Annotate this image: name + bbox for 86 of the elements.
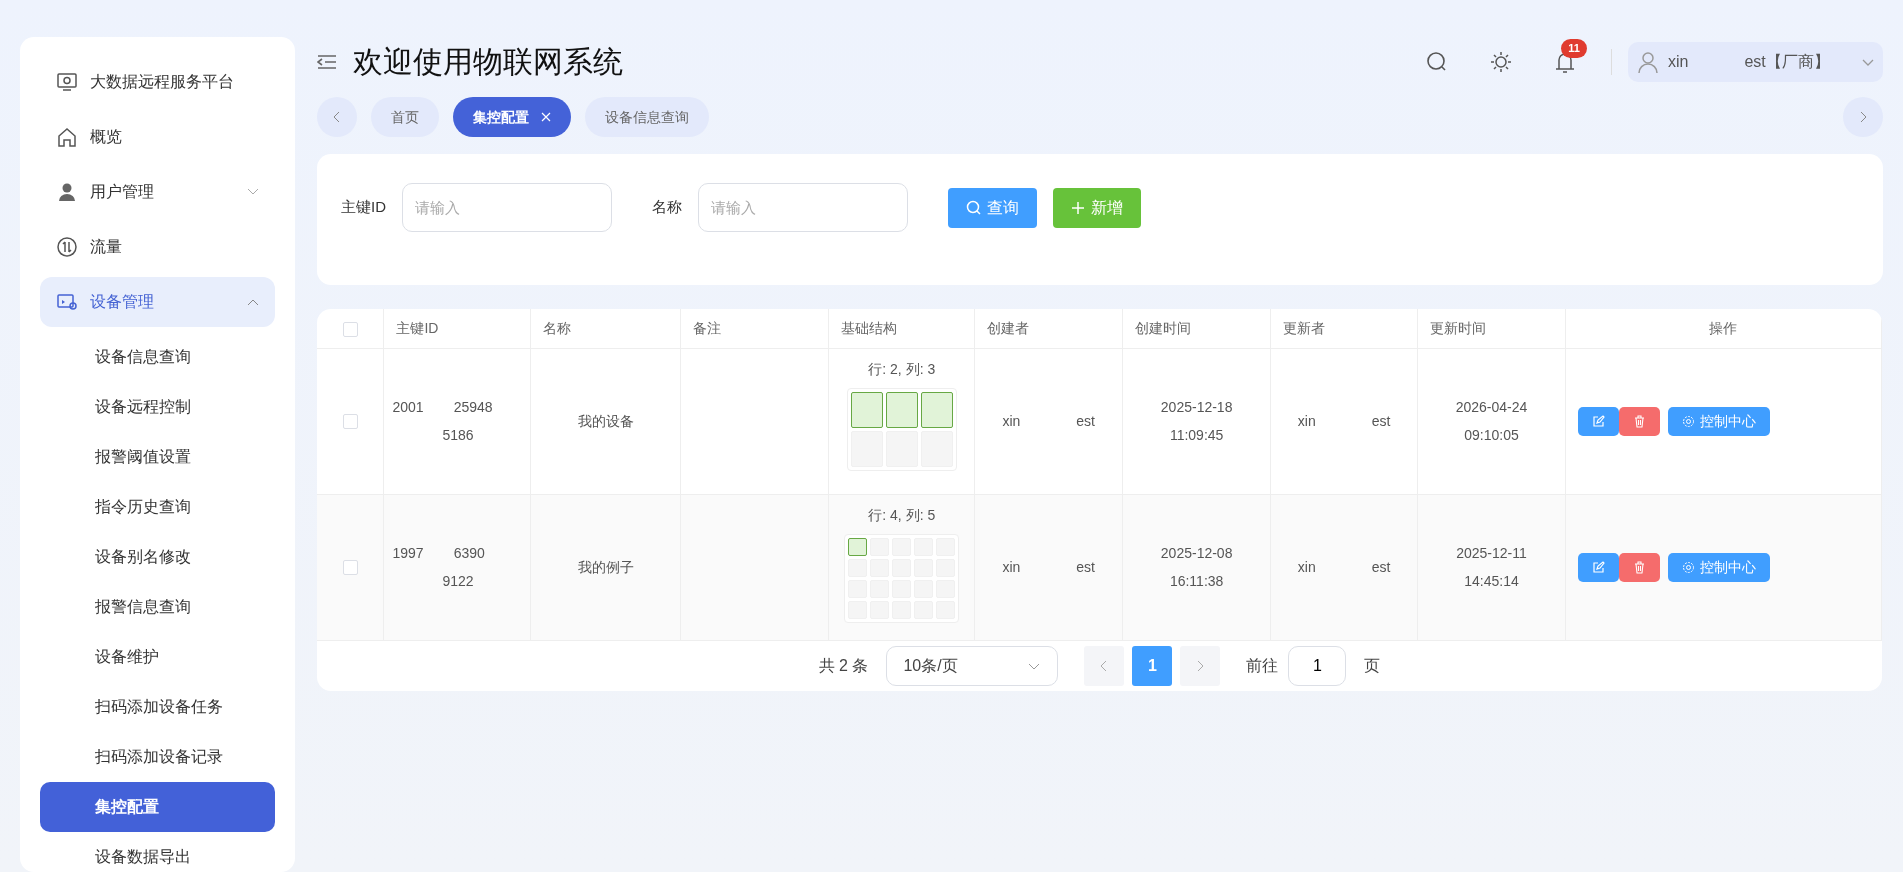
sidebar-subitem[interactable]: 设备信息查询 [40,332,275,382]
chevron-left-icon [332,110,342,124]
chevron-down-icon [1861,57,1875,67]
tab[interactable]: 首页 [371,97,439,137]
sidebar-subitem[interactable]: 设备别名修改 [40,532,275,582]
edit-button[interactable] [1578,406,1619,436]
edit-icon [1592,414,1605,428]
chevron-left-icon [1100,659,1109,672]
select-all-checkbox[interactable] [342,321,358,337]
text-field[interactable]: 请输入 [402,183,612,232]
sidebar-item[interactable]: 用户管理 [40,167,275,217]
sidebar-subitem[interactable]: 设备数据导出 [40,832,275,872]
sidebar-item[interactable]: 大数据远程服务平台 [40,57,275,107]
column-header: 名称 [543,319,572,336]
column-header: 备注 [693,319,722,336]
sidebar-item[interactable]: 流量 [40,222,275,272]
sidebar-subitem[interactable]: 扫码添加设备任务 [40,682,275,732]
close-icon [541,112,551,122]
sidebar-subitem[interactable]: 设备维护 [40,632,275,682]
notification-badge: 11 [1561,39,1587,58]
table-cell: 2025-12-18 11:09:45 [1160,399,1233,443]
user-name: xin est【厂商】 [1668,52,1831,72]
page-suffix: 页 [1364,655,1381,676]
user-menu[interactable]: xin est【厂商】 [1628,42,1883,82]
trash-icon [1633,560,1646,574]
goto-label: 前往 [1246,655,1279,676]
table-cell-text: xin est [1297,411,1391,431]
sun-icon[interactable] [1489,50,1513,74]
sidebar-subitem[interactable]: 指令历史查询 [40,482,275,532]
row-checkbox[interactable] [342,560,358,576]
sidebar-item[interactable]: 设备管理 [40,277,275,327]
tab[interactable]: 设备信息查询 [585,97,709,137]
gear-icon [1682,560,1695,574]
delete-button[interactable] [1619,406,1660,436]
table-cell: 2025-12-08 16:11:38 [1160,545,1233,589]
table-cell: 2025-12-11 14:45:14 [1456,545,1527,589]
field-label: 主键ID [341,197,386,218]
column-header: 创建者 [987,319,1030,336]
page-title: 欢迎使用物联网系统 [353,44,623,80]
column-header: 创建时间 [1135,319,1192,336]
column-header: 更新者 [1283,319,1326,336]
column-header: 主键ID [396,319,439,336]
table-cell-text: xin est [1002,411,1095,431]
sidebar-item[interactable]: 概览 [40,112,275,162]
sidebar-subitem[interactable]: 集控配置 [40,782,275,832]
user-icon [1636,50,1660,74]
structure-label: 行: 2, 列: 3 [867,359,937,379]
monitor-icon [56,71,78,93]
page-size-select[interactable]: 10条/页 [886,645,1059,686]
chevron-right-icon [1858,110,1868,124]
sidebar-subitem[interactable]: 报警信息查询 [40,582,275,632]
column-header: 基础结构 [841,319,898,336]
table-cell: 我的设备 [577,412,634,429]
total-count: 共 2 条 [818,655,869,676]
chevron-right-icon [1196,659,1205,672]
table-cell: 2026-04-24 09:10:05 [1455,399,1528,443]
edit-icon [1592,560,1605,574]
table-cell: 我的例子 [577,558,634,575]
menu-fold-icon[interactable] [317,54,337,70]
text-field[interactable]: 请输入 [698,183,908,232]
column-header: 操作 [1709,319,1738,336]
circle-arrows-icon [56,236,78,258]
sidebar-subitem[interactable]: 扫码添加设备记录 [40,732,275,782]
edit-button[interactable] [1578,552,1619,582]
delete-button[interactable] [1619,552,1660,582]
gear-icon [1682,414,1695,428]
trash-icon [1633,414,1646,428]
user-icon [56,181,78,203]
plus-icon [1071,200,1085,215]
column-header: 更新时间 [1430,319,1487,336]
search-icon [966,200,981,215]
table-cell-text: xin est [1002,557,1095,577]
table-cell-text: xin est [1297,557,1391,577]
chevron-up-icon [247,298,259,306]
sidebar-subitem[interactable]: 报警阈值设置 [40,432,275,482]
table-cell: 2001 25948 5186 [392,399,493,443]
device-icon [56,291,78,313]
field-label: 名称 [652,197,682,218]
goto-field[interactable]: 1 [1288,645,1347,686]
tab[interactable]: 集控配置 [453,97,571,137]
chevron-down-icon [247,188,259,196]
home-icon [56,126,78,148]
structure-label: 行: 4, 列: 5 [867,505,937,525]
table-cell: 1997 6390 9122 [392,545,485,589]
row-checkbox[interactable] [342,414,358,430]
sidebar-subitem[interactable]: 设备远程控制 [40,382,275,432]
